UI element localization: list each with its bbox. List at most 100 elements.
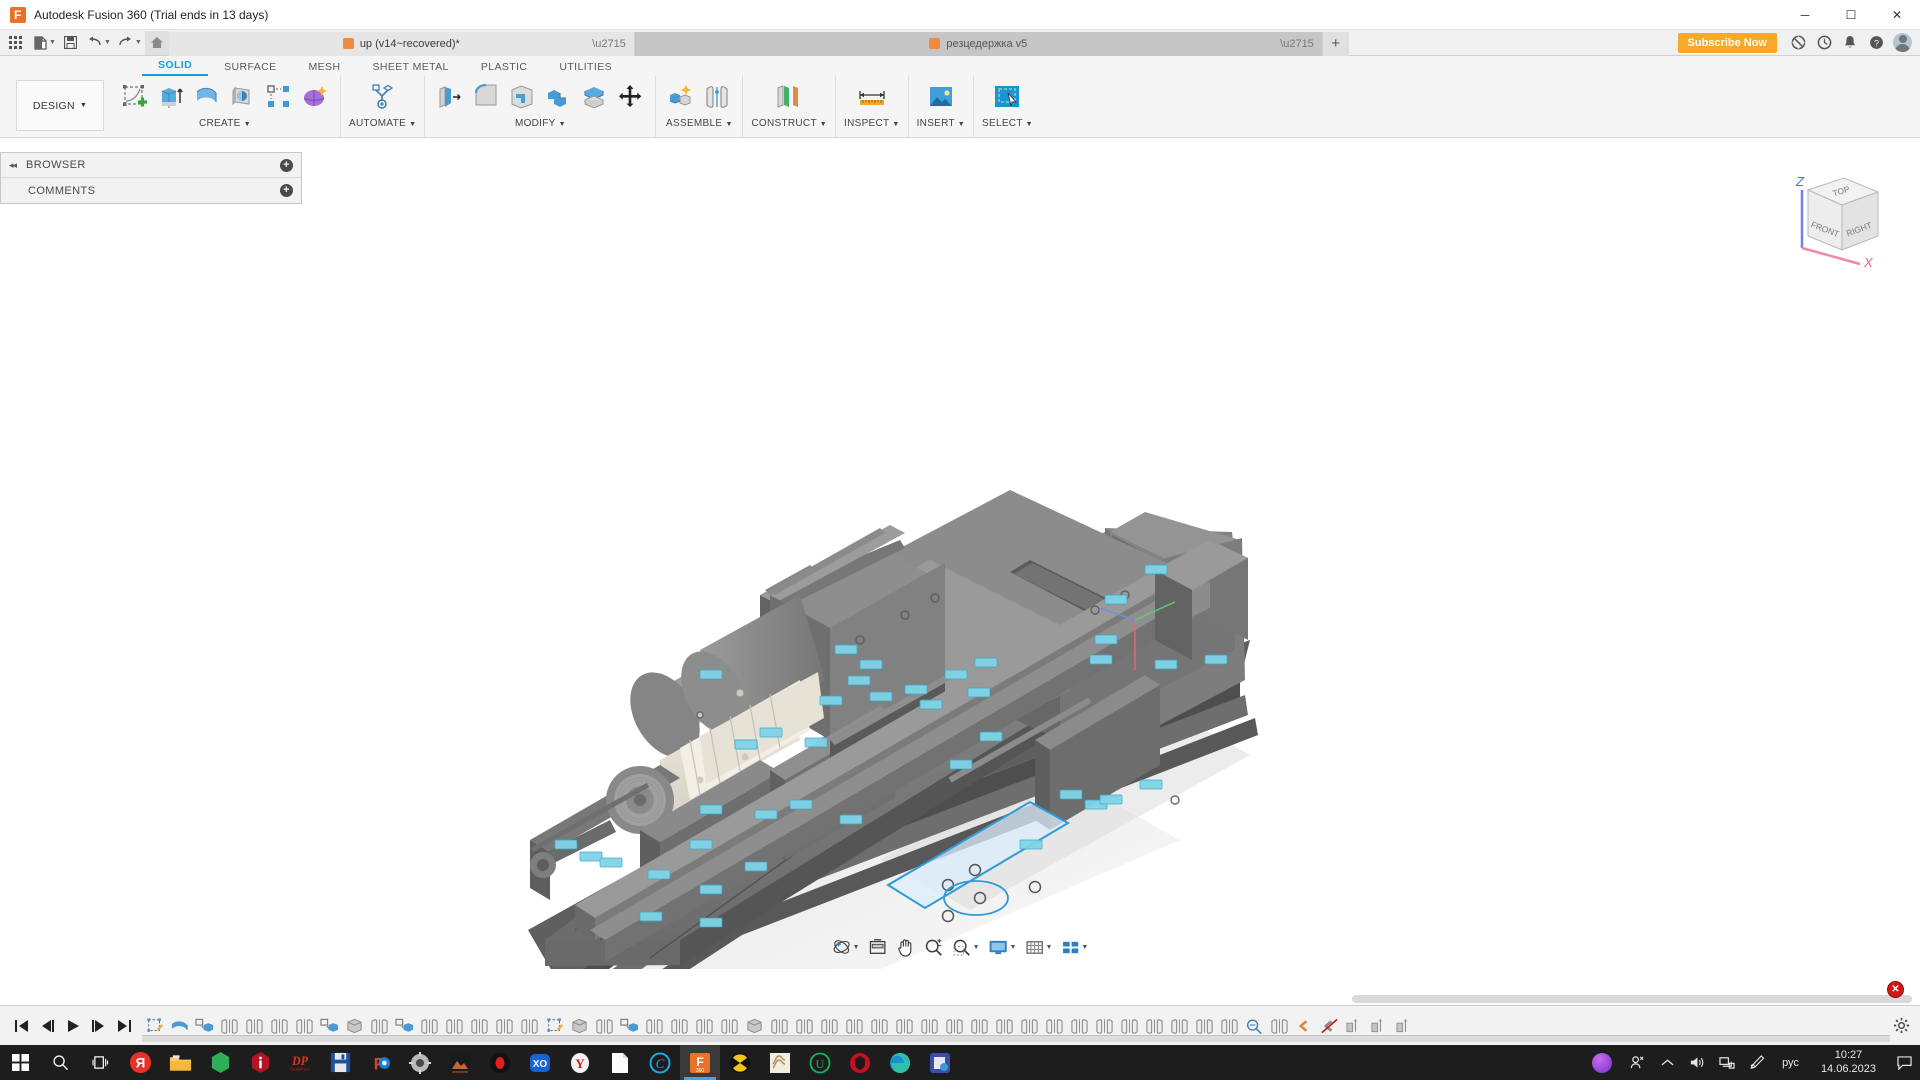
edge-browser-icon[interactable] — [880, 1045, 920, 1080]
extrude-icon[interactable] — [342, 1011, 367, 1041]
step-forward-icon[interactable] — [88, 1013, 110, 1039]
new-component-icon[interactable] — [192, 1011, 217, 1041]
revolve-icon[interactable] — [190, 78, 224, 116]
zoom-icon[interactable] — [921, 934, 947, 960]
mirror-icon[interactable] — [267, 1011, 292, 1041]
chevron-down-icon[interactable]: ▼ — [1026, 121, 1033, 128]
search-icon[interactable] — [40, 1045, 80, 1080]
app-grid-icon[interactable] — [4, 31, 28, 55]
horizontal-scrollbar[interactable] — [1352, 995, 1912, 1003]
measure-icon[interactable] — [855, 78, 889, 116]
select-window-icon[interactable] — [990, 78, 1024, 116]
mirror-icon[interactable] — [767, 1011, 792, 1041]
volume-icon[interactable] — [1682, 1045, 1712, 1080]
clock[interactable]: 10:27 14.06.2023 — [1809, 1049, 1888, 1077]
insert-image-icon[interactable] — [924, 78, 958, 116]
mirror-icon[interactable] — [1142, 1011, 1167, 1041]
timeline-error-badge[interactable]: ✕ — [1887, 981, 1904, 998]
ribbon-tab-utilities[interactable]: UTILITIES — [543, 61, 628, 76]
help-question-icon[interactable]: ? — [1863, 30, 1889, 56]
viewports-icon[interactable]: ▼ — [1057, 934, 1091, 960]
subscribe-now-button[interactable]: Subscribe Now — [1677, 32, 1777, 53]
mirror-icon[interactable] — [1017, 1011, 1042, 1041]
form-icon[interactable] — [298, 78, 332, 116]
new-component-icon[interactable] — [317, 1011, 342, 1041]
suppressed-joint-icon[interactable] — [1317, 1011, 1342, 1041]
radiation-app-icon[interactable] — [720, 1045, 760, 1080]
mirror-icon[interactable] — [667, 1011, 692, 1041]
mirror-icon[interactable] — [242, 1011, 267, 1041]
undo-caret[interactable]: ▼ — [104, 39, 111, 46]
cortana-circle-icon[interactable] — [1592, 1052, 1613, 1073]
3d-viewport-canvas[interactable]: Z X TOP FRONT RIGHT — [0, 140, 1920, 969]
joint-icon[interactable] — [700, 78, 734, 116]
combine-icon[interactable] — [541, 78, 575, 116]
language-indicator[interactable]: рус — [1772, 1057, 1809, 1069]
red-info-app-icon[interactable] — [240, 1045, 280, 1080]
chevron-down-icon[interactable]: ▼ — [559, 121, 566, 128]
timeline-settings-gear-icon[interactable] — [1890, 1013, 1912, 1039]
chevron-down-icon[interactable]: ▼ — [820, 121, 827, 128]
timeline-track[interactable] — [142, 1007, 1890, 1045]
mirror-icon[interactable] — [1092, 1011, 1117, 1041]
fillet-icon[interactable] — [469, 78, 503, 116]
mirror-icon[interactable] — [1167, 1011, 1192, 1041]
chevron-down-icon[interactable]: ▼ — [958, 121, 965, 128]
fusion-settings-icon[interactable]: F — [360, 1045, 400, 1080]
align-icon[interactable] — [1342, 1011, 1367, 1041]
mirror-icon[interactable] — [517, 1011, 542, 1041]
xo-app-icon[interactable]: XO — [520, 1045, 560, 1080]
comments-header-row[interactable]: COMMENTS + — [1, 178, 301, 203]
chevron-down-icon[interactable]: ▼ — [892, 121, 899, 128]
extrude-icon[interactable] — [742, 1011, 767, 1041]
mirror-icon[interactable] — [1192, 1011, 1217, 1041]
mirror-icon[interactable] — [217, 1011, 242, 1041]
mirror-icon[interactable] — [967, 1011, 992, 1041]
people-icon[interactable] — [1622, 1045, 1652, 1080]
record-app-icon[interactable] — [480, 1045, 520, 1080]
sweep-icon[interactable] — [226, 78, 260, 116]
mirror-icon[interactable] — [467, 1011, 492, 1041]
browser-expand-icon[interactable]: + — [280, 158, 293, 172]
sketch-pattern-app-icon[interactable] — [760, 1045, 800, 1080]
orbit-icon[interactable]: ▼ — [829, 934, 863, 960]
mirror-icon[interactable] — [442, 1011, 467, 1041]
offset-face-icon[interactable] — [577, 78, 611, 116]
ribbon-tab-plastic[interactable]: PLASTIC — [465, 61, 544, 76]
chevron-down-icon[interactable]: ▼ — [725, 121, 732, 128]
go-to-end-icon[interactable] — [114, 1013, 136, 1039]
mirror-icon[interactable] — [867, 1011, 892, 1041]
mirror-icon[interactable] — [367, 1011, 392, 1041]
zoom-window-icon[interactable]: ▼ — [949, 934, 983, 960]
browser-header-row[interactable]: ◂◂ BROWSER + — [1, 153, 301, 178]
file-explorer-icon[interactable] — [160, 1045, 200, 1080]
mirror-icon[interactable] — [717, 1011, 742, 1041]
pan-hand-icon[interactable] — [893, 934, 919, 960]
inspect-icon[interactable] — [1242, 1011, 1267, 1041]
home-icon[interactable] — [144, 30, 169, 55]
y-app-icon[interactable]: Y — [560, 1045, 600, 1080]
mirror-icon[interactable] — [417, 1011, 442, 1041]
ribbon-tab-surface[interactable]: SURFACE — [208, 61, 292, 76]
step-back-icon[interactable] — [36, 1013, 58, 1039]
play-icon[interactable] — [62, 1013, 84, 1039]
user-avatar[interactable] — [1893, 33, 1912, 52]
move-copy-icon[interactable] — [613, 78, 647, 116]
save-icon[interactable] — [59, 31, 83, 55]
go-to-beginning-icon[interactable] — [10, 1013, 32, 1039]
mirror-icon[interactable] — [692, 1011, 717, 1041]
network-icon[interactable] — [1712, 1045, 1742, 1080]
fusion-360-icon[interactable]: F 360 — [680, 1045, 720, 1080]
new-document-caret[interactable]: ▼ — [49, 39, 56, 46]
notepad-icon[interactable] — [600, 1045, 640, 1080]
sketch-icon[interactable] — [142, 1011, 167, 1041]
close-tab-icon[interactable]: \u2715 — [580, 38, 626, 50]
view-cube[interactable]: Z X TOP FRONT RIGHT — [1780, 160, 1890, 275]
mirror-icon[interactable] — [1217, 1011, 1242, 1041]
new-component-icon[interactable] — [392, 1011, 417, 1041]
close-tab-icon[interactable]: \u2715 — [1268, 38, 1314, 50]
workspace-selector-design[interactable]: DESIGN ▼ — [16, 80, 104, 131]
revolve-icon[interactable] — [167, 1011, 192, 1041]
chevron-down-icon[interactable]: ▼ — [1045, 944, 1052, 951]
pattern-icon[interactable] — [262, 78, 296, 116]
